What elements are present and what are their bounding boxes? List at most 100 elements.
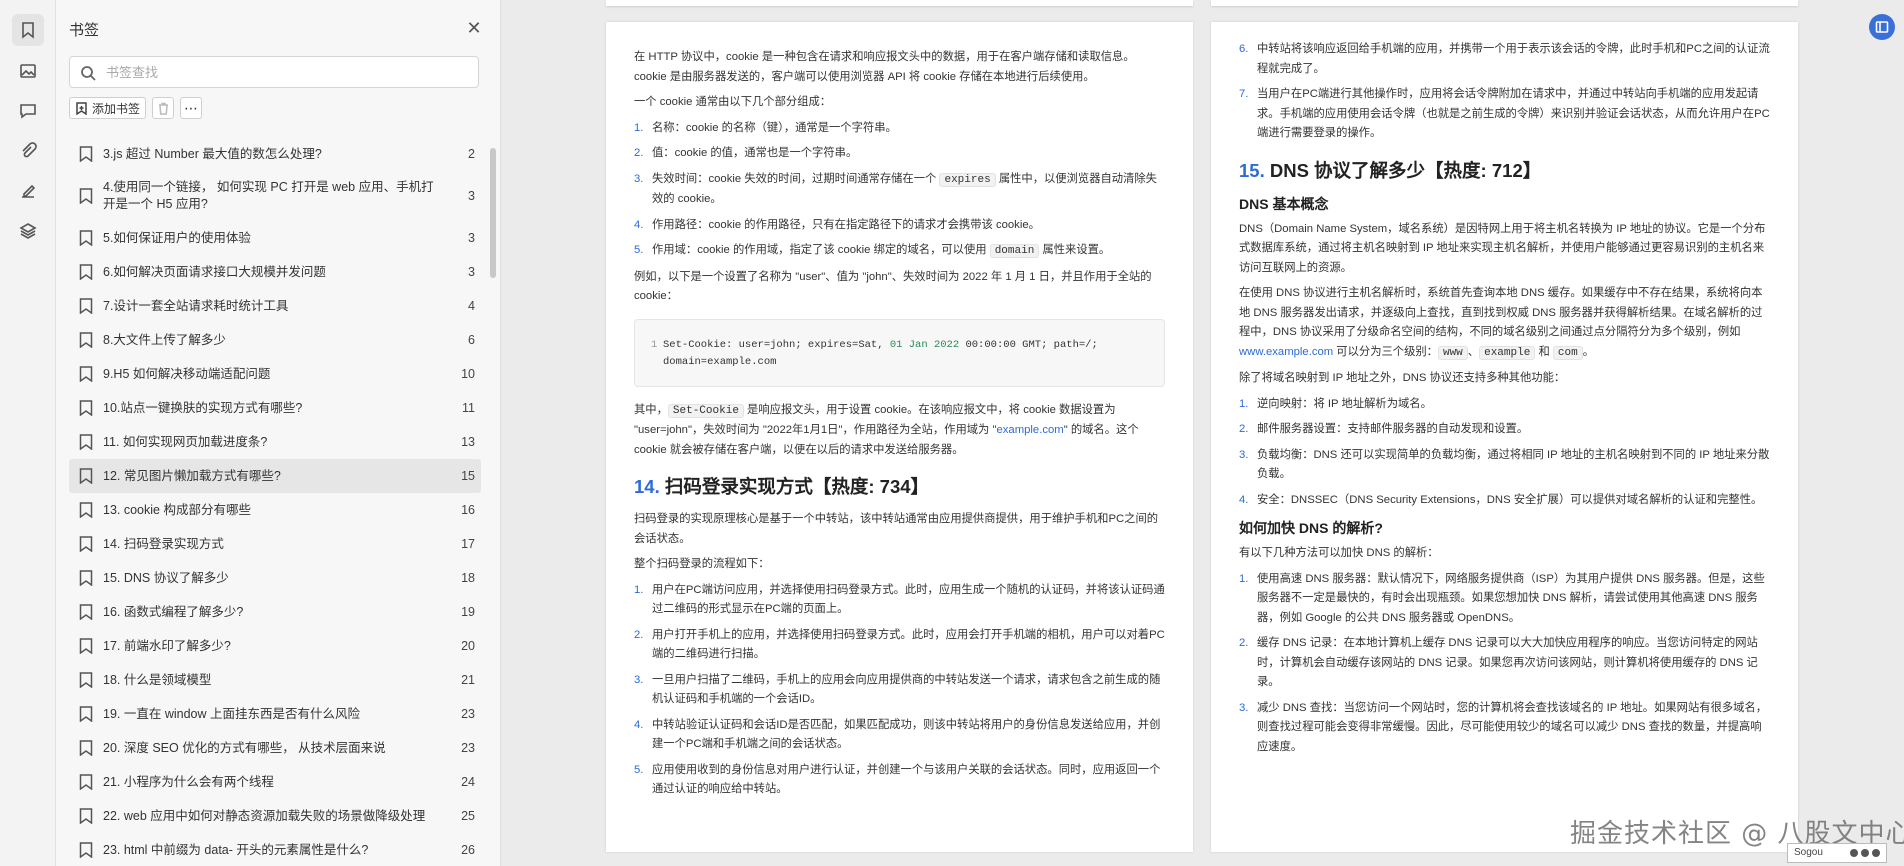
list-number: 3. [634,673,644,686]
dns-feature-item: 3. 负载均衡：DNS 还可以实现简单的负载均衡，通过将相同 IP 地址的主机名映… [1239,446,1770,485]
bookmark-item[interactable]: 8.大文件上传了解多少 6 [69,323,481,357]
bookmark-icon [79,468,93,485]
cookie-part-item: 2. 值：cookie 的值，通常也是一个字符串。 [634,144,1165,164]
bookmark-page-number: 21 [461,673,475,687]
search-input[interactable] [106,57,466,87]
text-span: 、 [1467,345,1480,358]
list-text: 中转站将该响应返回给手机端的应用，并携带一个用于表示该会话的令牌，此时手机和PC… [1257,43,1770,75]
attachment-icon[interactable] [12,135,44,167]
bookmark-label: 13. cookie 构成部分有哪些 [103,502,251,517]
bookmark-scrollbar[interactable] [490,148,496,278]
bookmark-page-number: 17 [461,537,475,551]
bookmark-item[interactable]: 18. 什么是领域模型 21 [69,663,481,697]
bookmark-search[interactable] [69,56,479,88]
dns-speed-intro: 有以下几种方法可以加快 DNS 的解析： [1239,547,1439,559]
bookmark-item[interactable]: 10.站点一键换肤的实现方式有哪些? 11 [69,391,481,425]
list-text: 邮件服务器设置：支持邮件服务器的自动发现和设置。 [1257,423,1529,435]
cookie-part-item: 4. 作用路径：cookie 的作用路径，只有在指定路径下的请求才会携带该 coo… [634,216,1165,236]
scan-step-item: 6. 中转站将该响应返回给手机端的应用，并携带一个用于表示该会话的令牌，此时手机和… [1239,40,1770,79]
bookmark-panel: 书签 ✕ 添加书签 ⋯ 3.js 超过 Number 最大值的数怎么处理? 2 4.… [56,0,501,866]
bookmark-page-number: 24 [461,775,475,789]
bookmark-icon [79,502,93,519]
scan-flow-intro: 整个扫码登录的流程如下： [634,558,770,570]
list-text: 名称：cookie 的名称（键），通常是一个字符串。 [652,121,897,134]
bookmark-item[interactable]: 16. 函数式编程了解多少? 19 [69,595,481,629]
heading-number: 14. [634,476,660,497]
list-text: 应用使用收到的身份信息对用户进行认证，并创建一个与该用户关联的会话状态。同时，应… [652,763,1161,796]
more-options-button[interactable]: ⋯ [180,97,203,119]
list-number: 2. [634,628,644,641]
comment-icon[interactable] [12,95,44,127]
heading-text: DNS 协议了解多少【热度: 712】 [1269,159,1542,181]
add-bookmark-button[interactable]: 添加书签 [69,97,147,119]
bookmark-page-number: 23 [461,741,475,755]
bookmark-item[interactable]: 21. 小程序为什么会有两个线程 24 [69,765,481,799]
delete-bookmark-button[interactable] [152,97,175,119]
close-icon[interactable]: ✕ [464,18,484,38]
add-bookmark-icon [76,101,87,115]
text-span: 和 [1535,345,1553,358]
bookmark-icon [79,298,93,315]
code-text: 00:00:00 GMT; path=/; [959,338,1098,351]
bookmark-icon [79,842,93,859]
inline-code: com [1552,345,1583,360]
bookmark-item[interactable]: 7.设计一套全站请求耗时统计工具 4 [69,289,481,323]
bookmark-item[interactable]: 11. 如何实现网页加载进度条? 13 [69,425,481,459]
bookmark-icon[interactable] [12,14,44,46]
panel-title: 书签 [69,22,100,39]
bookmark-icon [79,672,93,689]
scan-step-item: 1. 用户在PC端访问应用，并选择使用扫码登录方式。此时，应用生成一个随机的认证码… [634,581,1165,620]
bookmark-icon [79,604,93,621]
bookmark-item[interactable]: 23. html 中前缀为 data- 开头的元素属性是什么? 26 [69,833,481,866]
list-text: 失效时间：cookie 失效的时间，过期时间通常存储在一个 [652,172,940,185]
list-number: 6. [1239,43,1249,55]
bookmark-item[interactable]: 17. 前端水印了解多少? 20 [69,629,481,663]
list-text: 属性来设置。 [1039,244,1111,256]
bookmark-item[interactable]: 19. 一直在 window 上面挂东西是否有什么风险 23 [69,697,481,731]
heading-dns-speed: 如何加快 DNS 的解析? [1239,520,1383,536]
text-span: 可以分为三个级别： [1333,345,1438,358]
bookmark-item[interactable]: 6.如何解决页面请求接口大规模并发问题 3 [69,255,481,289]
text-span: 。 [1582,345,1595,358]
side-panel-toggle-button[interactable] [1869,14,1895,40]
bookmark-item[interactable]: 12. 常见图片懒加载方式有哪些? 15 [69,459,481,493]
heading-text: 扫码登录实现方式【热度: 734】 [664,476,930,497]
bookmark-item[interactable]: 5.如何保证用户的使用体验 3 [69,221,481,255]
search-icon [81,66,96,81]
dns-definition: DNS（Domain Name System，域名系统）是因特网上用于将主机名转… [1239,222,1766,274]
inline-code: expires [939,172,996,187]
bookmark-page-number: 25 [461,809,475,823]
bookmark-item[interactable]: 15. DNS 协议了解多少 18 [69,561,481,595]
bookmark-item[interactable]: 4.使用同一个链接， 如何实现 PC 打开是 web 应用、手机打 开是一个 H… [69,171,481,221]
bookmark-label: 19. 一直在 window 上面挂东西是否有什么风险 [103,706,360,721]
list-text: 使用高速 DNS 服务器：默认情况下，网络服务提供商（ISP）为其用户提供 DN… [1257,572,1765,624]
bookmark-label: 20. 深度 SEO 优化的方式有哪些， 从技术层面来说 [103,740,386,755]
ime-toolbar[interactable]: Sogou [1787,843,1887,863]
list-number: 7. [1239,88,1249,100]
scan-intro: 扫码登录的实现原理核心是基于一个中转站，该中转站通常由应用提供商提供，用于维护手… [634,513,1159,545]
bookmark-icon [79,570,93,587]
bookmark-item[interactable]: 13. cookie 构成部分有哪些 16 [69,493,481,527]
layers-icon[interactable] [12,215,44,247]
bookmark-icon [79,536,93,553]
bookmark-item[interactable]: 22. web 应用中如何对静态资源加载失败的场景做降级处理 25 [69,799,481,833]
dns-speed-item: 2. 缓存 DNS 记录：在本地计算机上缓存 DNS 记录可以大大加快应用程序的响… [1239,634,1770,693]
list-number: 5. [634,763,644,776]
cookie-part-item: 5. 作用域：cookie 的作用域，指定了该 cookie 绑定的域名，可以使用… [634,241,1165,262]
heading-15: 15. DNS 协议了解多少【热度: 712】 [1239,158,1770,184]
bookmark-icon [79,188,93,205]
bookmark-item[interactable]: 9.H5 如何解决移动端适配问题 10 [69,357,481,391]
list-text: 负载均衡：DNS 还可以实现简单的负载均衡，通过将相同 IP 地址的主机名映射到… [1257,448,1770,481]
tool-sidebar [0,0,56,866]
bookmark-item[interactable]: 20. 深度 SEO 优化的方式有哪些， 从技术层面来说 23 [69,731,481,765]
bookmark-page-number: 16 [461,503,475,517]
inline-code: example [1479,345,1536,360]
signature-icon[interactable] [12,175,44,207]
bookmark-item[interactable]: 3.js 超过 Number 最大值的数怎么处理? 2 [69,137,481,171]
image-icon[interactable] [12,55,44,87]
bookmark-label: 22. web 应用中如何对静态资源加载失败的场景做降级处理 [103,808,426,823]
example-domain-link[interactable]: www.example.com [1239,346,1333,358]
cookie-parts-list: 1. 名称：cookie 的名称（键），通常是一个字符串。 2. 值：cookie 的… [634,119,1165,262]
example-link[interactable]: example.com [997,424,1064,436]
bookmark-item[interactable]: 14. 扫码登录实现方式 17 [69,527,481,561]
